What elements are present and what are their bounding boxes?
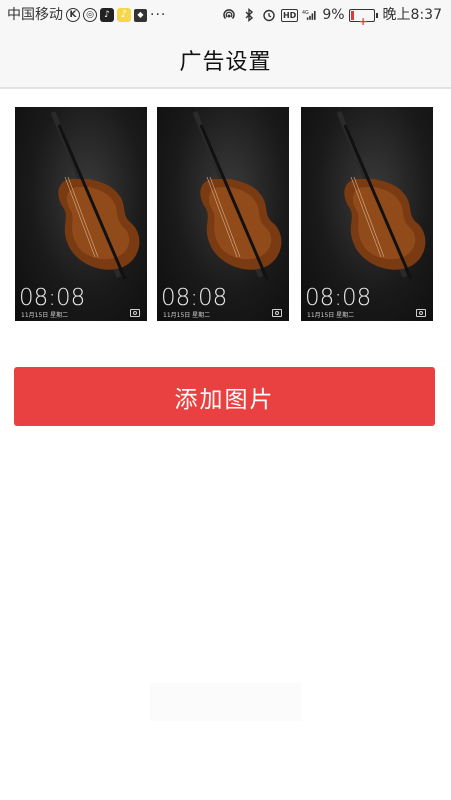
k-app-icon: K (66, 8, 80, 22)
alarm-icon (261, 7, 277, 23)
camera-icon (130, 309, 140, 317)
bluetooth-icon (241, 7, 257, 23)
status-bar: 中国移动 K ◎ ♪ ♪ ◆ ··· HD 4G 9% + 晚上8:37 (0, 0, 451, 30)
lockscreen-clock: 08:08 (161, 285, 228, 311)
nav-bar: 广告设置 (0, 30, 451, 89)
lockscreen-date: 11月15日 星期二 (163, 312, 211, 319)
battery-icon: + (348, 8, 378, 28)
lockscreen-date: 11月15日 星期二 (307, 312, 355, 319)
background-strip (150, 683, 301, 721)
music-icon: ♪ (117, 8, 131, 22)
lockscreen-clock: 08:08 (19, 285, 86, 311)
cat-app-icon: ◆ (134, 8, 147, 22)
battery-percent: 9% (322, 7, 345, 23)
hd-icon: HD (280, 8, 299, 22)
ad-image-1[interactable]: 08:08 11月15日 星期二 (15, 107, 147, 321)
clock-time: 晚上8:37 (382, 7, 442, 23)
status-bar-left: 中国移动 K ◎ ♪ ♪ ◆ ··· (7, 0, 166, 30)
lockscreen-clock: 08:08 (305, 285, 372, 311)
status-bar-right: HD 4G 9% + 晚上8:37 (221, 0, 442, 30)
lockscreen-date: 11月15日 星期二 (21, 312, 69, 319)
carrier-label: 中国移动 (7, 7, 63, 23)
camera-icon (416, 309, 426, 317)
svg-text:4G: 4G (302, 10, 309, 16)
camera-icon (272, 309, 282, 317)
page-title: 广告设置 (179, 50, 272, 75)
add-image-button[interactable]: 添加图片 (14, 367, 435, 426)
tiktok-icon: ♪ (100, 8, 114, 22)
ad-image-3[interactable]: 08:08 11月15日 星期二 (301, 107, 433, 321)
more-dots-icon: ··· (150, 7, 167, 23)
ad-image-2[interactable]: 08:08 11月15日 星期二 (157, 107, 289, 321)
signal-icon: 4G (302, 7, 318, 23)
weibo-icon: ◎ (83, 8, 97, 22)
hotspot-icon (221, 7, 237, 23)
